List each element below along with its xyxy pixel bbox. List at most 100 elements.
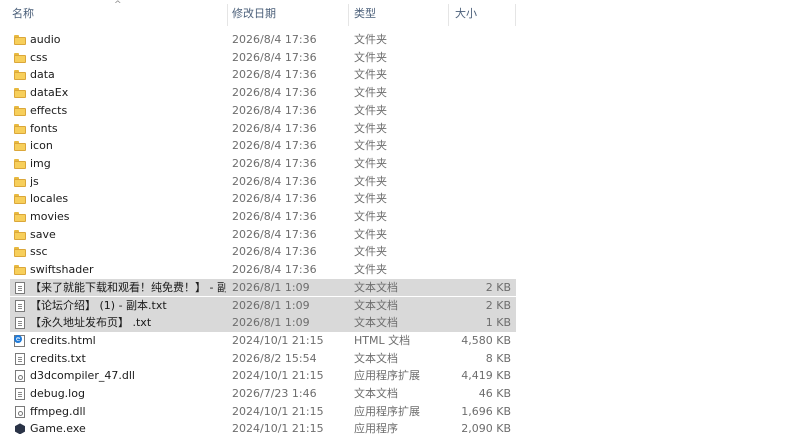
column-header-size[interactable]: 大小 bbox=[455, 0, 515, 28]
file-name: 【永久地址发布页】 .txt bbox=[30, 316, 152, 330]
file-row[interactable]: js 2026/8/4 17:36 文件夹 bbox=[10, 173, 516, 191]
file-row[interactable]: debug.log 2026/7/23 1:46 文本文档 46 KB bbox=[10, 385, 516, 403]
folder-icon bbox=[14, 194, 26, 205]
column-divider[interactable] bbox=[227, 4, 228, 26]
file-name: locales bbox=[30, 192, 69, 206]
column-header-date-label: 修改日期 bbox=[232, 7, 276, 20]
file-type: 文本文档 bbox=[354, 316, 398, 330]
file-date: 2026/8/4 17:36 bbox=[232, 192, 317, 206]
file-row[interactable]: swiftshader 2026/8/4 17:36 文件夹 bbox=[10, 261, 516, 279]
file-name: icon bbox=[30, 139, 53, 153]
file-type: 文件夹 bbox=[354, 139, 387, 153]
column-divider[interactable] bbox=[515, 4, 516, 26]
file-size bbox=[450, 155, 511, 173]
file-row[interactable]: dataEx 2026/8/4 17:36 文件夹 bbox=[10, 84, 516, 102]
file-type: 文件夹 bbox=[354, 86, 387, 100]
folder-icon bbox=[14, 141, 26, 152]
file-name: audio bbox=[30, 33, 61, 46]
text-file-icon bbox=[15, 388, 25, 400]
file-size bbox=[450, 120, 511, 138]
file-row[interactable]: 【论坛介绍】 (1) - 副本.txt 2026/8/1 1:09 文本文档 2 KB bbox=[10, 296, 516, 315]
file-row[interactable]: 【来了就能下载和观看！纯免费！】 - 副... 2026/8/1 1:09 文本文档… bbox=[10, 278, 516, 297]
file-row[interactable]: Game.exe 2024/10/1 21:15 应用程序 2,090 KB bbox=[10, 420, 516, 438]
file-type: 文件夹 bbox=[354, 50, 387, 64]
file-type: 文件夹 bbox=[354, 174, 387, 188]
file-date: 2026/8/1 1:09 bbox=[232, 280, 310, 294]
file-size bbox=[450, 137, 511, 155]
file-size: 4,580 KB bbox=[461, 333, 511, 347]
file-date: 2026/8/4 17:36 bbox=[232, 156, 317, 170]
file-type: 文件夹 bbox=[354, 156, 387, 170]
file-name: js bbox=[30, 174, 39, 188]
column-header-name-label: 名称 bbox=[12, 7, 34, 20]
file-date: 2024/10/1 21:15 bbox=[232, 369, 324, 383]
column-header-date[interactable]: 修改日期 bbox=[232, 0, 342, 28]
column-header-type[interactable]: 类型 bbox=[354, 0, 444, 28]
column-header-bar: 名称 ^ 修改日期 类型 大小 bbox=[0, 0, 516, 28]
file-name: dataEx bbox=[30, 86, 69, 100]
file-row[interactable]: d3dcompiler_47.dll 2024/10/1 21:15 应用程序扩展 4… bbox=[10, 367, 516, 385]
file-size: 2 KB bbox=[485, 280, 511, 294]
column-header-size-label: 大小 bbox=[455, 7, 477, 20]
file-type: 文件夹 bbox=[354, 33, 387, 46]
file-row[interactable]: img 2026/8/4 17:36 文件夹 bbox=[10, 155, 516, 173]
folder-icon bbox=[14, 158, 26, 169]
file-row[interactable]: css 2026/8/4 17:36 文件夹 bbox=[10, 49, 516, 67]
column-divider[interactable] bbox=[448, 4, 449, 26]
file-type: 文件夹 bbox=[354, 227, 387, 241]
file-type: 文本文档 bbox=[354, 280, 398, 294]
file-row[interactable]: ssc 2026/8/4 17:36 文件夹 bbox=[10, 243, 516, 261]
file-type: 应用程序扩展 bbox=[354, 369, 420, 383]
folder-icon bbox=[14, 88, 26, 99]
file-size bbox=[450, 49, 511, 67]
text-file-icon bbox=[15, 299, 25, 312]
file-row[interactable]: audio 2026/8/4 17:36 文件夹 bbox=[10, 31, 516, 49]
file-name: save bbox=[30, 227, 56, 241]
file-date: 2026/8/4 17:36 bbox=[232, 263, 317, 277]
file-date: 2026/8/4 17:36 bbox=[232, 50, 317, 64]
file-date: 2024/10/1 21:15 bbox=[232, 404, 324, 418]
file-row[interactable]: ffmpeg.dll 2024/10/1 21:15 应用程序扩展 1,696 KB bbox=[10, 403, 516, 421]
folder-icon bbox=[14, 176, 26, 187]
file-row[interactable]: fonts 2026/8/4 17:36 文件夹 bbox=[10, 120, 516, 138]
file-size bbox=[450, 173, 511, 191]
file-date: 2026/7/23 1:46 bbox=[232, 387, 317, 400]
file-row[interactable]: e credits.html 2024/10/1 21:15 HTML 文档 4,580… bbox=[10, 332, 516, 350]
file-row[interactable]: credits.txt 2026/8/2 15:54 文本文档 8 KB bbox=[10, 350, 516, 368]
file-row[interactable]: 【永久地址发布页】 .txt 2026/8/1 1:09 文本文档 1 KB bbox=[10, 314, 516, 332]
file-name: d3dcompiler_47.dll bbox=[30, 369, 135, 383]
file-size bbox=[450, 190, 511, 208]
file-name: css bbox=[30, 50, 48, 64]
file-row[interactable]: data 2026/8/4 17:36 文件夹 bbox=[10, 66, 516, 84]
file-size: 1 KB bbox=[485, 316, 511, 330]
file-size: 46 KB bbox=[478, 387, 511, 400]
dll-file-icon bbox=[15, 405, 25, 418]
folder-icon bbox=[14, 123, 26, 134]
folder-icon bbox=[14, 52, 26, 63]
file-size bbox=[450, 66, 511, 84]
folder-icon bbox=[14, 105, 26, 116]
file-date: 2024/10/1 21:15 bbox=[232, 333, 324, 347]
file-row[interactable]: locales 2026/8/4 17:36 文件夹 bbox=[10, 190, 516, 208]
file-row[interactable]: effects 2026/8/4 17:36 文件夹 bbox=[10, 102, 516, 120]
file-size bbox=[450, 208, 511, 226]
file-type: 文件夹 bbox=[354, 192, 387, 206]
file-row[interactable]: icon 2026/8/4 17:36 文件夹 bbox=[10, 137, 516, 155]
file-date: 2026/8/2 15:54 bbox=[232, 351, 317, 365]
file-date: 2026/8/4 17:36 bbox=[232, 121, 317, 135]
file-date: 2026/8/4 17:36 bbox=[232, 245, 317, 259]
file-size bbox=[450, 261, 511, 279]
file-name: effects bbox=[30, 103, 68, 117]
file-name: fonts bbox=[30, 121, 58, 135]
file-type: HTML 文档 bbox=[354, 333, 411, 347]
file-row[interactable]: save 2026/8/4 17:36 文件夹 bbox=[10, 226, 516, 244]
file-size: 2 KB bbox=[485, 298, 511, 312]
file-name: debug.log bbox=[30, 387, 85, 400]
file-name: img bbox=[30, 156, 51, 170]
file-size bbox=[450, 102, 511, 120]
file-type: 文本文档 bbox=[354, 298, 398, 312]
file-name: 【来了就能下载和观看！纯免费！】 - 副... bbox=[30, 280, 226, 294]
file-row[interactable]: movies 2026/8/4 17:36 文件夹 bbox=[10, 208, 516, 226]
column-divider[interactable] bbox=[348, 4, 349, 26]
file-type: 应用程序扩展 bbox=[354, 404, 420, 418]
